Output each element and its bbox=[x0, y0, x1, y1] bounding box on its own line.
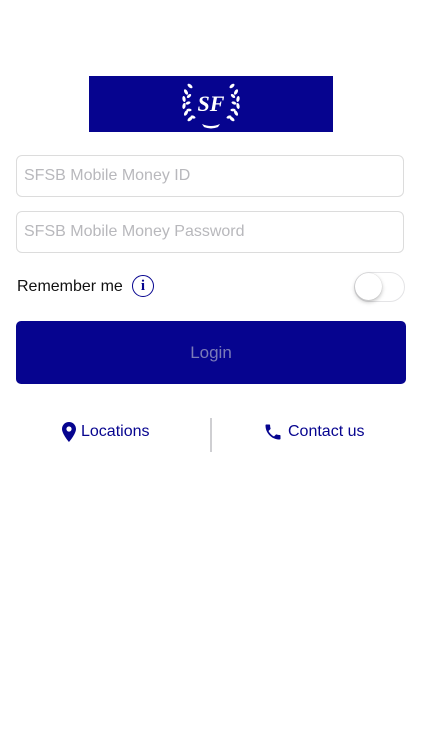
info-icon[interactable]: i bbox=[132, 275, 154, 297]
contact-us-link[interactable]: Contact us bbox=[263, 422, 364, 442]
phone-icon bbox=[265, 424, 281, 440]
footer-divider bbox=[210, 418, 212, 452]
bank-logo: SF bbox=[89, 76, 333, 132]
contact-us-label: Contact us bbox=[288, 423, 365, 440]
locations-link[interactable]: Locations bbox=[62, 422, 150, 442]
remember-me-label: Remember me bbox=[17, 278, 123, 295]
logo-monogram: SF bbox=[198, 91, 225, 116]
info-icon-glyph: i bbox=[140, 277, 146, 294]
remember-me-row: Remember me i bbox=[17, 272, 405, 302]
login-button[interactable]: Login bbox=[16, 321, 406, 384]
toggle-knob bbox=[355, 273, 382, 300]
location-pin-icon bbox=[62, 422, 76, 442]
footer-links: Locations Contact us bbox=[0, 418, 422, 452]
remember-me-toggle[interactable] bbox=[354, 272, 405, 302]
mobile-money-password-input[interactable] bbox=[16, 211, 404, 253]
mobile-money-id-input[interactable] bbox=[16, 155, 404, 197]
laurel-wreath-icon: SF bbox=[182, 83, 240, 129]
locations-label: Locations bbox=[81, 423, 150, 440]
